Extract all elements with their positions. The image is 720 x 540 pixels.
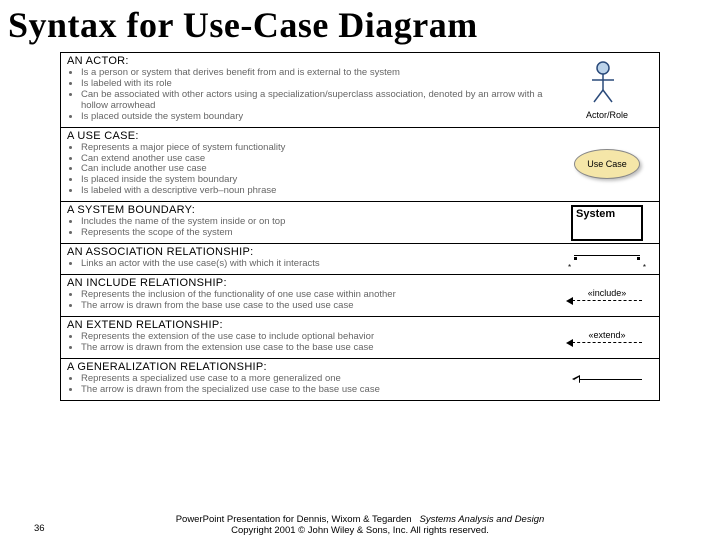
bullets-actor: Is a person or system that derives benef…	[67, 68, 549, 123]
section-generalization: A GENERALIZATION RELATIONSHIP: Represent…	[61, 359, 659, 400]
bullets-include: Represents the inclusion of the function…	[67, 290, 549, 312]
bullets-generalization: Represents a specialized use case to a m…	[67, 374, 549, 396]
heading-association: AN ASSOCIATION RELATIONSHIP:	[67, 246, 549, 258]
bullets-usecase: Represents a major piece of system funct…	[67, 143, 549, 198]
section-association: AN ASSOCIATION RELATIONSHIP: Links an ac…	[61, 244, 659, 275]
heading-extend: AN EXTEND RELATIONSHIP:	[67, 319, 549, 331]
syntax-table: AN ACTOR: Is a person or system that der…	[60, 52, 660, 401]
bullets-extend: Represents the extension of the use case…	[67, 332, 549, 354]
section-usecase: A USE CASE: Represents a major piece of …	[61, 128, 659, 203]
footer-credit: PowerPoint Presentation for Dennis, Wixo…	[176, 514, 412, 525]
slide-title: Syntax for Use-Case Diagram	[0, 0, 720, 46]
section-actor: AN ACTOR: Is a person or system that der…	[61, 53, 659, 128]
include-arrow-icon: «include»	[572, 288, 642, 303]
footer: 36 PowerPoint Presentation for Dennis, W…	[0, 514, 720, 536]
heading-generalization: A GENERALIZATION RELATIONSHIP:	[67, 361, 549, 373]
bullets-association: Links an actor with the use case(s) with…	[67, 259, 549, 270]
section-boundary: A SYSTEM BOUNDARY: Includes the name of …	[61, 202, 659, 244]
actor-icon	[586, 60, 620, 104]
bullets-boundary: Includes the name of the system inside o…	[67, 217, 549, 239]
heading-actor: AN ACTOR:	[67, 55, 549, 67]
heading-boundary: A SYSTEM BOUNDARY:	[67, 204, 549, 216]
page-number: 36	[34, 523, 45, 534]
footer-book: Systems Analysis and Design	[419, 514, 544, 525]
association-line-icon	[568, 247, 646, 263]
extend-arrow-icon: «extend»	[572, 330, 642, 345]
section-extend: AN EXTEND RELATIONSHIP: Represents the e…	[61, 317, 659, 359]
usecase-icon: Use Case	[574, 149, 640, 179]
system-box-icon: System	[571, 205, 643, 241]
generalization-arrow-icon	[572, 373, 642, 385]
actor-label: Actor/Role	[586, 110, 628, 120]
section-include: AN INCLUDE RELATIONSHIP: Represents the …	[61, 275, 659, 317]
heading-usecase: A USE CASE:	[67, 130, 549, 142]
heading-include: AN INCLUDE RELATIONSHIP:	[67, 277, 549, 289]
footer-copyright: Copyright 2001 © John Wiley & Sons, Inc.…	[231, 525, 489, 536]
